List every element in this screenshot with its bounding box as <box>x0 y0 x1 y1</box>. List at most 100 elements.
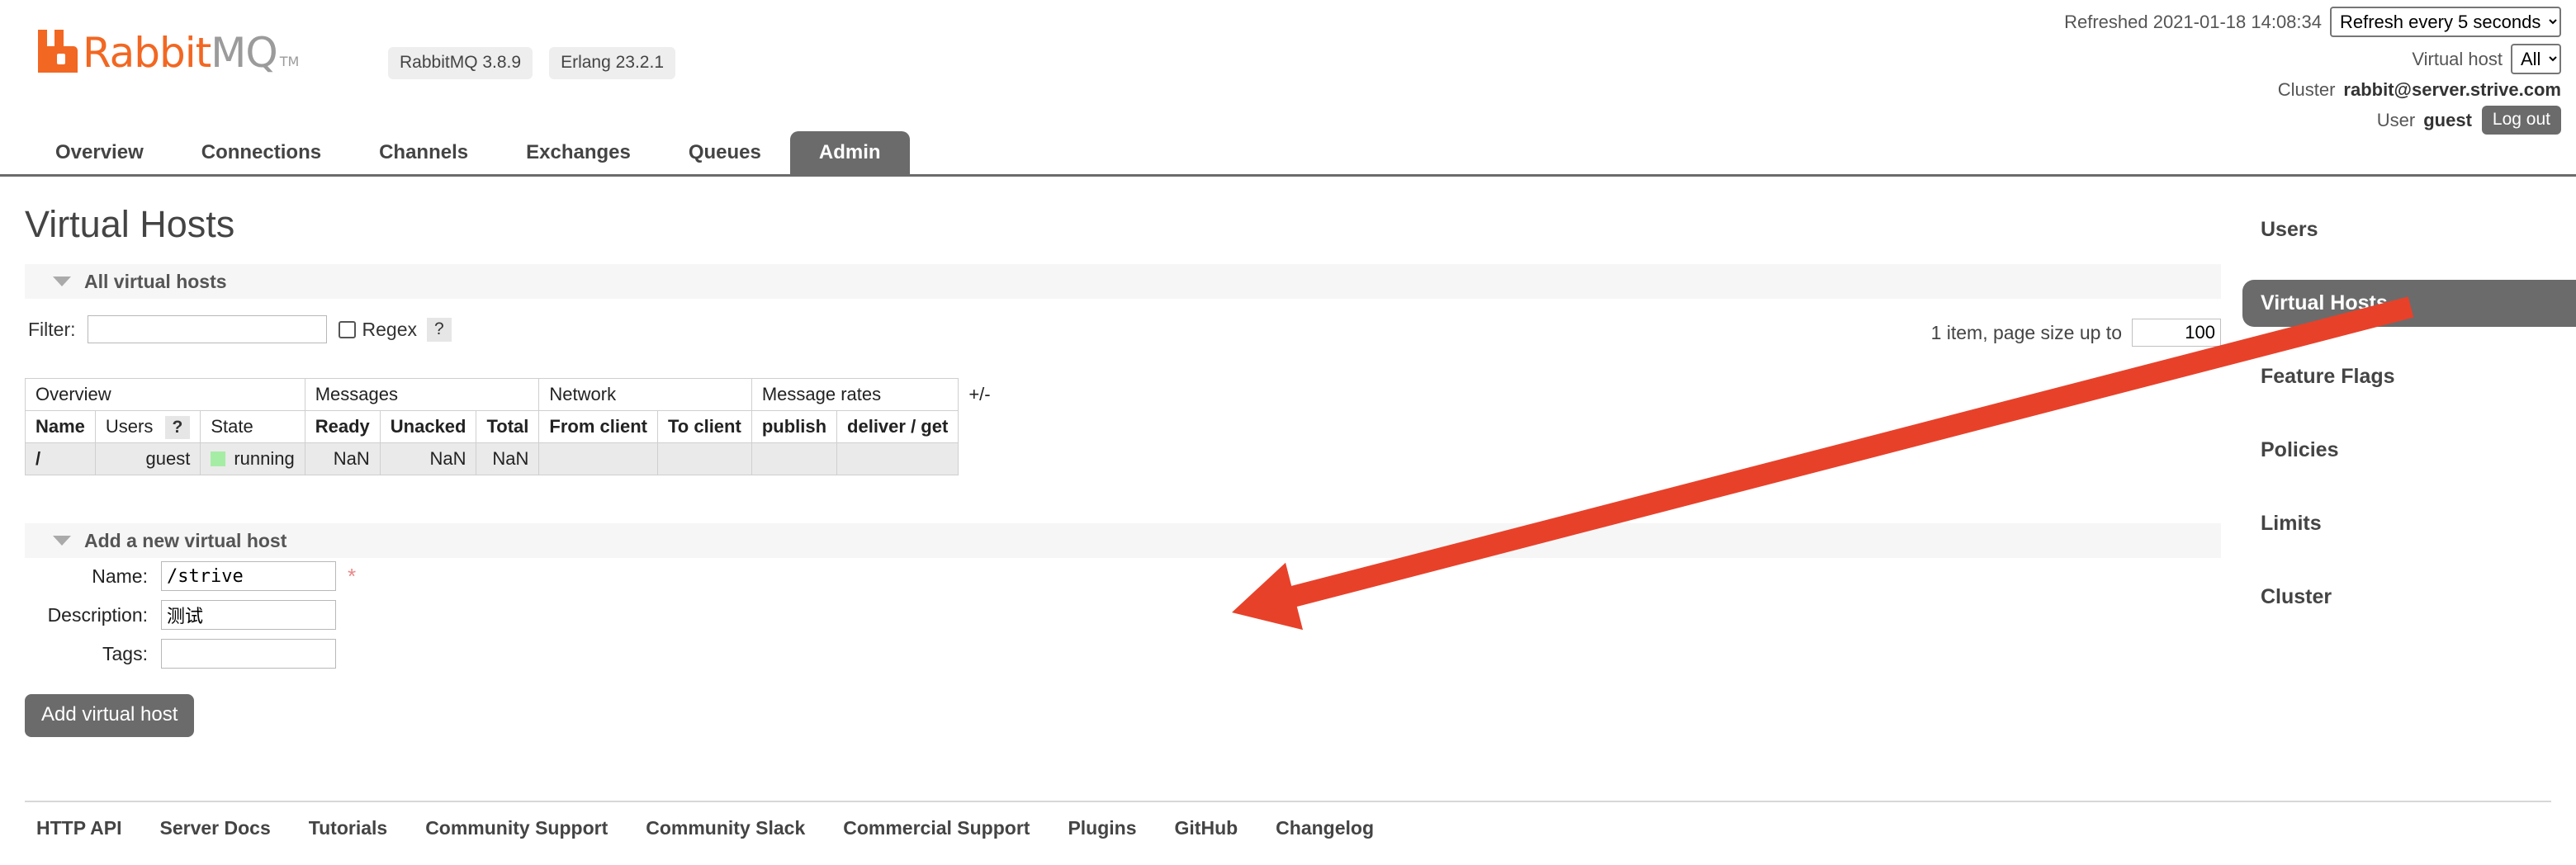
tab-channels[interactable]: Channels <box>350 131 497 174</box>
rabbit-logo-icon <box>36 28 79 74</box>
cell-state: running <box>200 442 305 475</box>
sidebar-item-limits[interactable]: Limits <box>2229 500 2576 547</box>
footer-link-github[interactable]: GitHub <box>1175 817 1238 839</box>
column-users[interactable]: Users ? <box>94 410 201 443</box>
regex-label: Regex <box>362 318 417 340</box>
state-indicator-icon <box>211 451 226 466</box>
tab-overview[interactable]: Overview <box>26 131 173 174</box>
tab-queues[interactable]: Queues <box>660 131 790 174</box>
header-status-block: Refreshed 2021-01-18 14:08:34 Refresh ev… <box>2064 7 2561 141</box>
column-users-label: Users <box>105 416 154 437</box>
form-row-description: Description: <box>0 600 2576 630</box>
table-head: Overview Messages Network Message rates … <box>25 378 1001 443</box>
column-from-client[interactable]: From client <box>538 410 658 443</box>
admin-side-navigation: Users Virtual Hosts Feature Flags Polici… <box>2229 206 2576 647</box>
filter-row: Filter: Regex ? <box>28 315 452 343</box>
filter-input[interactable] <box>87 315 327 343</box>
cell-to-client <box>656 442 752 475</box>
refresh-interval-select[interactable]: Refresh every 5 seconds <box>2330 7 2561 37</box>
form-row-name: Name: * <box>0 561 2576 591</box>
group-header-messages: Messages <box>304 378 540 411</box>
rabbitmq-logo[interactable]: RabbitMQ TM <box>36 28 299 74</box>
column-total[interactable]: Total <box>476 410 540 443</box>
footer-link-tutorials[interactable]: Tutorials <box>309 817 387 839</box>
table-row[interactable]: / guest running NaN NaN NaN <box>25 442 1001 475</box>
tab-admin[interactable]: Admin <box>789 131 910 174</box>
table-body: / guest running NaN NaN NaN <box>25 442 1001 475</box>
column-deliver-get[interactable]: deliver / get <box>836 410 959 443</box>
footer-link-community-slack[interactable]: Community Slack <box>646 817 805 839</box>
tags-field-label: Tags: <box>102 642 148 664</box>
footer-link-server-docs[interactable]: Server Docs <box>160 817 271 839</box>
refresh-row: Refreshed 2021-01-18 14:08:34 Refresh ev… <box>2064 7 2561 37</box>
erlang-version-pill: Erlang 23.2.1 <box>549 47 676 79</box>
vhost-filter-row: Virtual host All <box>2064 44 2561 74</box>
cluster-label: Cluster <box>2277 79 2336 100</box>
vhost-select[interactable]: All <box>2511 44 2561 74</box>
pagination-row: 1 item, page size up to <box>1931 319 2221 347</box>
cell-spacer <box>959 443 1001 475</box>
table-column-header-row: Name Users ? State Ready Unacked Total F… <box>25 410 1001 443</box>
description-field[interactable] <box>161 600 336 630</box>
app-root: RabbitMQ TM RabbitMQ 3.8.9 Erlang 23.2.1… <box>0 0 2576 865</box>
sidebar-item-users[interactable]: Users <box>2229 206 2576 253</box>
table-group-header-row: Overview Messages Network Message rates … <box>25 378 1001 443</box>
cell-users: guest <box>94 442 201 475</box>
cell-vhost-name[interactable]: / <box>25 442 96 475</box>
tab-connections[interactable]: Connections <box>173 131 350 174</box>
column-name[interactable]: Name <box>25 410 96 443</box>
footer-link-commercial-support[interactable]: Commercial Support <box>843 817 1030 839</box>
cell-from-client <box>538 442 658 475</box>
virtual-hosts-table: Overview Messages Network Message rates … <box>25 378 1001 475</box>
add-virtual-host-form: Name: * Description: Tags: Add virtual h… <box>0 561 2576 737</box>
footer-link-changelog[interactable]: Changelog <box>1276 817 1374 839</box>
required-marker: * <box>348 563 357 588</box>
sidebar-item-virtual-hosts[interactable]: Virtual Hosts <box>2242 280 2576 327</box>
cell-deliver-get <box>836 442 959 475</box>
footer-link-plugins[interactable]: Plugins <box>1068 817 1136 839</box>
logo-text-rabbit: Rabbit <box>83 29 211 77</box>
page-title: Virtual Hosts <box>25 203 235 245</box>
logo-text-mq: MQ <box>211 29 277 77</box>
footer-link-http-api[interactable]: HTTP API <box>36 817 122 839</box>
cell-ready: NaN <box>304 442 381 475</box>
regex-checkbox[interactable] <box>338 320 356 338</box>
vhost-select-label: Virtual host <box>2412 48 2503 69</box>
users-help-icon[interactable]: ? <box>164 416 191 439</box>
footer-link-community-support[interactable]: Community Support <box>425 817 608 839</box>
form-row-tags: Tags: <box>0 639 2576 669</box>
add-virtual-host-button[interactable]: Add virtual host <box>25 694 195 737</box>
logo-trademark: TM <box>279 54 300 69</box>
column-state[interactable]: State <box>200 410 305 443</box>
cell-publish <box>751 442 838 475</box>
collapse-caret-icon-2[interactable] <box>53 536 71 546</box>
sidebar-item-cluster[interactable]: Cluster <box>2229 574 2576 621</box>
add-virtual-host-section-header[interactable]: Add a new virtual host <box>25 523 2221 558</box>
sidebar-item-policies[interactable]: Policies <box>2229 427 2576 474</box>
footer-divider <box>25 801 2551 802</box>
add-virtual-host-title: Add a new virtual host <box>84 529 287 551</box>
footer-links: HTTP API Server Docs Tutorials Community… <box>36 817 1412 839</box>
pagination-text: 1 item, page size up to <box>1930 321 2122 343</box>
column-to-client[interactable]: To client <box>656 410 752 443</box>
tags-field[interactable] <box>161 639 336 669</box>
tab-exchanges[interactable]: Exchanges <box>497 131 660 174</box>
cell-total: NaN <box>476 442 540 475</box>
main-navigation: Overview Connections Channels Exchanges … <box>0 122 2576 177</box>
cluster-row: Cluster rabbit@server.strive.com <box>2064 79 2561 101</box>
page-size-input[interactable] <box>2132 319 2221 347</box>
column-publish[interactable]: publish <box>751 410 838 443</box>
rabbitmq-version-pill: RabbitMQ 3.8.9 <box>388 47 533 79</box>
name-field-label: Name: <box>92 565 148 587</box>
regex-help-icon[interactable]: ? <box>426 317 452 342</box>
column-unacked[interactable]: Unacked <box>379 410 477 443</box>
sidebar-item-feature-flags[interactable]: Feature Flags <box>2229 353 2576 400</box>
description-field-label: Description: <box>47 603 148 626</box>
all-virtual-hosts-section-header[interactable]: All virtual hosts <box>25 264 2221 299</box>
collapse-caret-icon[interactable] <box>53 277 71 286</box>
refreshed-timestamp: Refreshed 2021-01-18 14:08:34 <box>2064 11 2322 32</box>
group-header-message-rates: Message rates <box>751 378 959 411</box>
name-field[interactable] <box>161 561 336 591</box>
column-ready[interactable]: Ready <box>304 410 381 443</box>
column-toggle-button[interactable]: +/- <box>958 378 1001 443</box>
